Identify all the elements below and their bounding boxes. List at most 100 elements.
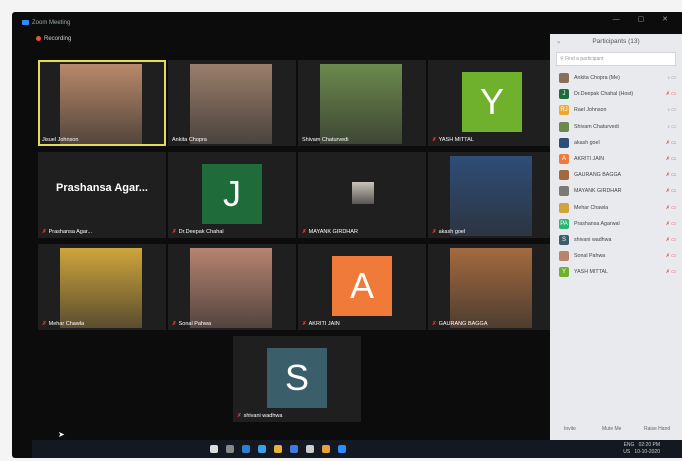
participant-list-item[interactable]: MAYANK GIRDHAR ✗ ▭: [550, 183, 682, 199]
avatar: Y: [462, 72, 522, 132]
muted-mic-icon[interactable]: ✗ ▭: [666, 248, 676, 264]
mic-icon[interactable]: ♪ ▭: [667, 119, 676, 135]
participant-tile[interactable]: A ✗ AKRITI JAIN: [298, 244, 426, 330]
raise-hand-button[interactable]: Raise Hand: [644, 426, 670, 432]
participant-list-name: Mehar Chawla: [574, 204, 609, 211]
lang-label: ENG: [623, 442, 635, 448]
muted-mic-icon[interactable]: ✗ ▭: [666, 135, 676, 151]
recording-indicator[interactable]: Recording: [36, 36, 71, 42]
participant-name-label: ✗ AKRITI JAIN: [302, 321, 340, 327]
windows-taskbar: ENG 02:20 PM US 10-10-2020: [32, 440, 682, 458]
participants-footer: Invite Mute Me Raise Hand: [550, 426, 682, 436]
participant-tile[interactable]: Jisuel Johnson: [38, 60, 166, 146]
muted-mic-icon[interactable]: ✗ ▭: [666, 200, 676, 216]
participant-tile[interactable]: Y ✗ YASH MITTAL: [428, 60, 556, 146]
participant-tile[interactable]: ✗ GAURANG BAGGA: [428, 244, 556, 330]
muted-mic-icon: ✗: [432, 229, 437, 235]
muted-mic-icon[interactable]: ✗ ▭: [666, 183, 676, 199]
participant-name-label: ✗ Dr.Deepak Chahal: [172, 229, 224, 235]
participant-list-item[interactable]: A AKRITI JAIN ✗ ▭: [550, 151, 682, 167]
participant-name: Dr.Deepak Chahal: [178, 229, 224, 235]
mouse-cursor-icon: ➤: [58, 430, 65, 439]
muted-mic-icon[interactable]: ✗ ▭: [666, 167, 676, 183]
participant-list-name: shivani wadhwa: [574, 236, 612, 243]
muted-mic-icon[interactable]: ✗ ▭: [666, 216, 676, 232]
muted-mic-icon[interactable]: ✗ ▭: [666, 86, 676, 102]
clock-time: 02:20 PM: [638, 442, 660, 448]
chrome-icon[interactable]: [322, 445, 330, 453]
avatar: S: [267, 348, 327, 408]
avatar: S: [559, 234, 569, 245]
participant-list-item[interactable]: RJ Rael Johnson ♪ ▭: [550, 102, 682, 118]
avatar: J: [202, 164, 262, 224]
avatar: A: [559, 153, 569, 164]
region-label: US: [623, 449, 631, 455]
participant-tile[interactable]: Prashansa Agar... ✗ Prashansa Agar...: [38, 152, 166, 238]
participant-list-item[interactable]: Shivam Chaturvedi ♪ ▭: [550, 119, 682, 135]
participant-list-item[interactable]: Sonal Pahwa ✗ ▭: [550, 248, 682, 264]
participant-list-item[interactable]: J Dr.Deepak Chahal (Host) ✗ ▭: [550, 86, 682, 102]
participant-name: GAURANG BAGGA: [438, 321, 488, 327]
folder-icon[interactable]: [274, 445, 282, 453]
participant-name: shivani wadhwa: [243, 413, 283, 419]
mic-icon[interactable]: ♪ ▭: [667, 102, 676, 118]
participant-name-label: ✗ Prashansa Agar...: [42, 229, 92, 235]
participant-list-item[interactable]: Mehar Chawla ✗ ▭: [550, 200, 682, 216]
participant-list-item[interactable]: PA Prashansa Agarwal ✗ ▭: [550, 216, 682, 232]
participant-list-name: YASH MITTAL: [574, 269, 608, 276]
participant-list-item[interactable]: akash goel ✗ ▭: [550, 135, 682, 151]
muted-mic-icon: ✗: [42, 229, 47, 235]
participant-tile[interactable]: ✗ Sonal Pahwa: [168, 244, 296, 330]
lock-icon[interactable]: [306, 445, 314, 453]
mail-icon[interactable]: [290, 445, 298, 453]
participant-list-name: Ankita Chopra (Me): [574, 75, 620, 81]
avatar: [559, 186, 569, 197]
participant-name: Sonal Pahwa: [178, 321, 212, 327]
video-feed: [60, 64, 142, 144]
edge-icon[interactable]: [242, 445, 250, 453]
task-view-icon[interactable]: [226, 445, 234, 453]
participant-list-item[interactable]: Sshivani wadhwa ✗ ▭: [550, 232, 682, 248]
zoom-taskbar-icon[interactable]: [338, 445, 346, 453]
participant-list-name: Sonal Pahwa: [574, 253, 606, 260]
system-tray[interactable]: ENG 02:20 PM US 10-10-2020: [623, 442, 660, 456]
chevron-down-icon[interactable]: ⌄: [556, 34, 561, 50]
video-feed: [450, 248, 532, 328]
participant-tile[interactable]: S ✗ shivani wadhwa: [233, 336, 361, 422]
participant-name-label: ✗ Sonal Pahwa: [172, 321, 211, 327]
participant-name-label: Jisuel Johnson: [42, 137, 78, 143]
search-icon[interactable]: [210, 445, 218, 453]
participant-name: akash goel: [438, 229, 466, 235]
participant-tile[interactable]: ✗ akash goel: [428, 152, 556, 238]
participant-name-label: ✗ GAURANG BAGGA: [432, 321, 488, 327]
participant-tile[interactable]: Shivam Chaturvedi: [298, 60, 426, 146]
participant-tile[interactable]: ✗ Mehar Chawla: [38, 244, 166, 330]
participant-list: Ankita Chopra (Me) ♪ ▭ J Dr.Deepak Chahal (…: [550, 70, 682, 280]
participant-list-item[interactable]: Ankita Chopra (Me) ♪ ▭: [550, 70, 682, 86]
muted-mic-icon: ✗: [172, 321, 177, 327]
recording-label: Recording: [44, 36, 72, 43]
participant-tile[interactable]: Ankita Chopra: [168, 60, 296, 146]
participant-search-input[interactable]: ⚲ Find a participant: [556, 52, 676, 66]
muted-mic-icon: ✗: [302, 229, 307, 235]
clock-date: 10-10-2020: [634, 449, 660, 455]
participant-list-item[interactable]: GAURANG BAGGA ✗ ▭: [550, 167, 682, 183]
invite-button[interactable]: Invite: [564, 426, 576, 432]
window-controls[interactable]: — ▢ ✕: [613, 15, 676, 23]
participant-tile[interactable]: J ✗ Dr.Deepak Chahal: [168, 152, 296, 238]
participant-list-item[interactable]: Y YASH MITTAL ✗ ▭: [550, 264, 682, 280]
muted-mic-icon[interactable]: ✗ ▭: [666, 264, 676, 280]
video-feed: [352, 182, 374, 204]
avatar: A: [332, 256, 392, 316]
display-name: Prashansa Agar...: [56, 182, 148, 194]
muted-mic-icon[interactable]: ✗ ▭: [666, 151, 676, 167]
participant-tile[interactable]: ✗ MAYANK GIRDHAR: [298, 152, 426, 238]
store-icon[interactable]: [258, 445, 266, 453]
video-feed: [320, 64, 402, 144]
muted-mic-icon[interactable]: ✗ ▭: [666, 232, 676, 248]
window-titlebar: Zoom Meeting: [22, 16, 682, 30]
muted-mic-icon: ✗: [302, 321, 307, 327]
mute-me-button[interactable]: Mute Me: [602, 426, 621, 432]
mic-icon[interactable]: ♪ ▭: [667, 70, 676, 86]
avatar: [559, 202, 569, 213]
